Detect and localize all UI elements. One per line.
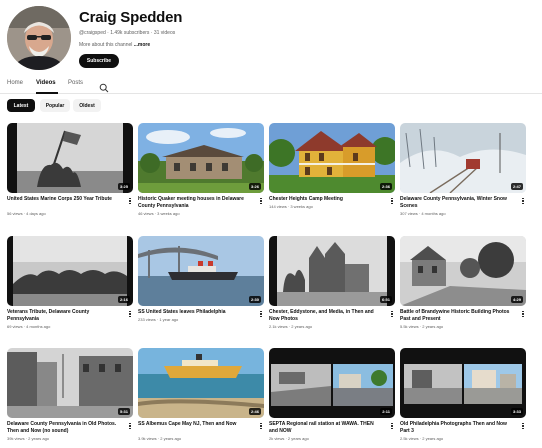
video-title[interactable]: Chester Heights Camp Meeting <box>269 196 383 203</box>
channel-name: Craig Spedden <box>79 9 183 26</box>
channel-header: Craig Spedden @craigsped · 1.49k subscri… <box>0 0 542 76</box>
video-duration: 3:25 <box>117 183 130 190</box>
video-title[interactable]: Historic Quaker meeting houses in Delawa… <box>138 196 252 210</box>
video-thumbnail[interactable]: 4:29 <box>400 236 526 306</box>
video-duration: 3:33 <box>510 408 523 415</box>
video-meta: 144 views · 3 weeks ago <box>269 204 313 209</box>
more-options-icon[interactable] <box>520 309 526 319</box>
channel-meta: @craigsped · 1.49k subscribers · 31 vide… <box>79 30 176 36</box>
video-meta: 2.1k views · 2 years ago <box>269 324 313 329</box>
channel-about[interactable]: More about this channel ...more <box>79 42 150 48</box>
video-thumbnail[interactable]: 2:16 <box>7 236 133 306</box>
video-duration: 2:36 <box>379 183 392 190</box>
tab-home[interactable]: Home <box>7 80 23 86</box>
tab-posts[interactable]: Posts <box>68 80 83 86</box>
video-thumbnail[interactable]: 2:47 <box>400 123 526 193</box>
video-title[interactable]: SEPTA Regional rail station at WAWA. THE… <box>269 421 383 435</box>
video-title[interactable]: Battle of Brandywine Historic Building P… <box>400 309 514 323</box>
chip-popular[interactable]: Popular <box>40 99 70 112</box>
more-options-icon[interactable] <box>520 196 526 206</box>
subscribe-button[interactable]: Subscribe <box>79 54 119 68</box>
video-thumbnail[interactable]: 5:31 <box>7 348 133 418</box>
video-meta: 56 views · 4 days ago <box>7 211 46 216</box>
video-title[interactable]: Veterans Tribute, Delaware County Pennsy… <box>7 309 121 323</box>
video-thumbnail[interactable]: 2:30 <box>138 236 264 306</box>
more-options-icon[interactable] <box>389 421 395 431</box>
video-title[interactable]: Delaware County Pennsylvania in Old Phot… <box>7 421 121 435</box>
channel-about-text: More about this channel <box>79 42 134 48</box>
video-thumbnail[interactable]: 3:26 <box>138 123 264 193</box>
video-duration: 3:26 <box>248 183 261 190</box>
video-thumbnail[interactable]: 3:25 <box>7 123 133 193</box>
video-thumbnail[interactable]: 2:11 <box>269 348 395 418</box>
video-title[interactable]: Delaware County Pennsylvania, Winter Sno… <box>400 196 514 210</box>
chip-latest[interactable]: Latest <box>7 99 35 112</box>
video-meta: 2k views · 2 years ago <box>269 436 309 441</box>
active-tab-indicator <box>36 92 58 94</box>
more-options-icon[interactable] <box>127 421 133 431</box>
video-meta: 307 views · 4 months ago <box>400 211 446 216</box>
tab-videos[interactable]: Videos <box>36 80 56 86</box>
video-duration: 2:16 <box>117 296 130 303</box>
video-title[interactable]: SS United States leaves Philadelphia <box>138 309 252 316</box>
more-options-icon[interactable] <box>389 309 395 319</box>
video-duration: 2:47 <box>510 183 523 190</box>
video-duration: 2:30 <box>248 296 261 303</box>
more-options-icon[interactable] <box>520 421 526 431</box>
video-duration: 6:51 <box>379 296 392 303</box>
channel-avatar[interactable] <box>7 6 71 70</box>
video-thumbnail[interactable]: 2:36 <box>269 123 395 193</box>
video-thumbnail[interactable]: 3:33 <box>400 348 526 418</box>
video-meta: 69 views · 4 months ago <box>7 324 51 329</box>
search-icon[interactable] <box>99 80 109 93</box>
video-duration: 2:11 <box>380 408 392 415</box>
more-options-icon[interactable] <box>258 421 264 431</box>
video-thumbnail[interactable]: 2:46 <box>138 348 264 418</box>
video-title[interactable]: Old Philadelphia Photographs Then and No… <box>400 421 514 435</box>
video-meta: 2.5k views · 2 years ago <box>400 436 444 441</box>
chip-oldest[interactable]: Oldest <box>73 99 101 112</box>
video-duration: 5:31 <box>117 408 130 415</box>
video-meta: 3.9k views · 2 years ago <box>138 436 182 441</box>
more-options-icon[interactable] <box>258 309 264 319</box>
more-options-icon[interactable] <box>127 309 133 319</box>
video-meta: 233 views · 1 year ago <box>138 317 179 322</box>
video-duration: 4:29 <box>510 296 523 303</box>
video-meta: 39k views · 2 years ago <box>7 436 50 441</box>
video-title[interactable]: United States Marine Corps 250 Year Trib… <box>7 196 121 203</box>
sort-chips: Latest Popular Oldest <box>0 99 542 113</box>
video-meta: 5.5k views · 2 years ago <box>400 324 444 329</box>
channel-tabs: Home Videos Posts <box>0 76 542 94</box>
video-title[interactable]: Chester, Eddystone, and Media, in Then a… <box>269 309 383 323</box>
video-thumbnail[interactable]: 6:51 <box>269 236 395 306</box>
more-options-icon[interactable] <box>258 196 264 206</box>
more-options-icon[interactable] <box>127 196 133 206</box>
more-options-icon[interactable] <box>389 196 395 206</box>
video-title[interactable]: SS Albemus Cape May NJ, Then and Now <box>138 421 252 428</box>
video-duration: 2:46 <box>248 408 261 415</box>
video-meta: 46 views · 3 weeks ago <box>138 211 180 216</box>
channel-about-more[interactable]: ...more <box>134 42 150 48</box>
